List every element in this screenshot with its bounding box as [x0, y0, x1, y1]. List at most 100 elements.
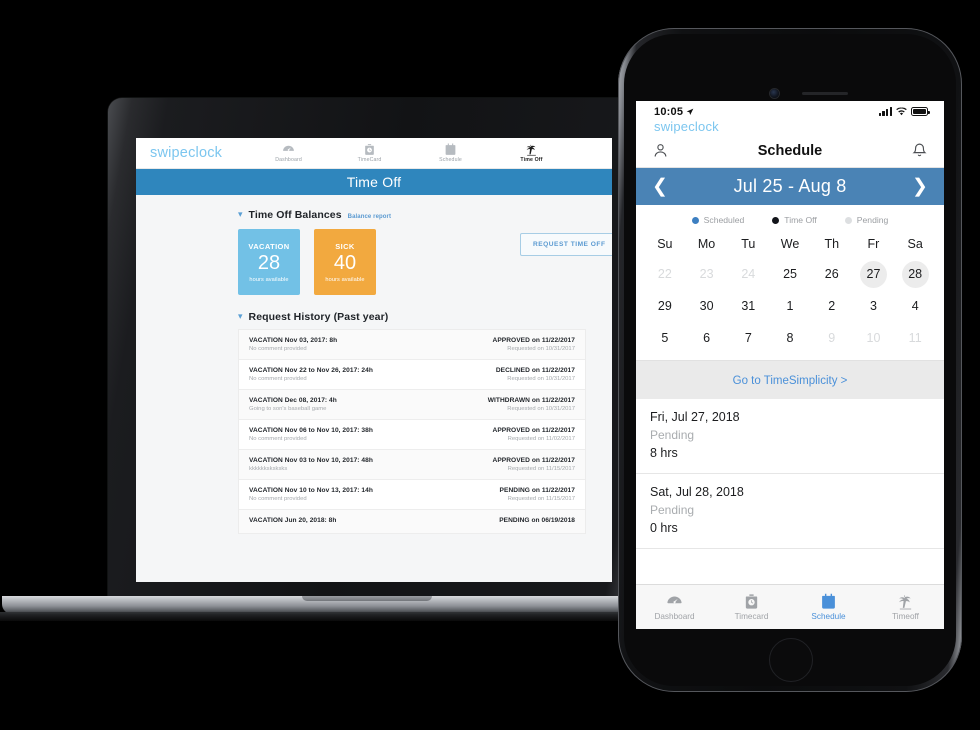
- nav-item-timecard[interactable]: TimeCard: [339, 143, 401, 163]
- chevron-left-icon[interactable]: ❮: [652, 177, 668, 196]
- list-item[interactable]: Sat, Jul 28, 2018 Pending 0 hrs: [636, 474, 944, 549]
- battery-full-icon: [911, 107, 930, 116]
- chevron-right-icon[interactable]: ❯: [912, 177, 928, 196]
- tab-dashboard[interactable]: Dashboard: [636, 585, 713, 629]
- person-icon[interactable]: [652, 141, 669, 160]
- calendar-weekday: Tu: [741, 237, 756, 251]
- cellular-bars-icon: [878, 107, 892, 116]
- calendar-week-row: 22 23 24 25 26 27 28: [644, 258, 936, 290]
- table-row[interactable]: VACATION Dec 08, 2017: 4h Going to son's …: [239, 390, 585, 420]
- calendar-week-row: 5 6 7 8 9 10 11: [644, 322, 936, 354]
- nav-item-schedule[interactable]: Schedule: [420, 143, 482, 163]
- calendar-day[interactable]: 26: [811, 258, 853, 290]
- table-row[interactable]: VACATION Nov 10 to Nov 13, 2017: 14h No c…: [239, 480, 585, 510]
- nav-item-time-off[interactable]: Time Off: [501, 143, 563, 163]
- calendar-day-selected[interactable]: 27: [853, 258, 895, 290]
- history-section-header[interactable]: ▾ Request History (Past year): [136, 295, 612, 323]
- calendar-day[interactable]: 8: [769, 322, 811, 354]
- request-title: VACATION Nov 10 to Nov 13, 2017: 14h: [249, 487, 373, 494]
- request-title: VACATION Nov 06 to Nov 10, 2017: 38h: [249, 427, 373, 434]
- front-camera-icon: [770, 89, 779, 98]
- calendar-day-label: 1: [786, 299, 794, 313]
- tab-label: Schedule: [811, 612, 846, 621]
- table-row[interactable]: VACATION Nov 03, 2017: 8h No comment prov…: [239, 330, 585, 360]
- web-content: ▾ Time Off Balances Balance report VACAT…: [136, 195, 612, 582]
- request-left: VACATION Dec 08, 2017: 4h Going to son's …: [249, 397, 337, 412]
- timecard-clock-icon: [743, 593, 760, 610]
- status-badge: APPROVED on 11/22/2017: [492, 457, 575, 464]
- balance-card-sick: SICK 40 hours available: [314, 229, 376, 295]
- request-left: VACATION Nov 03 to Nov 10, 2017: 48h kkkk…: [249, 457, 373, 472]
- request-title: VACATION Nov 03, 2017: 8h: [249, 337, 338, 344]
- calendar-day-label: 27: [859, 261, 887, 288]
- balance-unit-sick: hours available: [325, 276, 365, 283]
- calendar-day[interactable]: 1: [769, 290, 811, 322]
- balances-section-header[interactable]: ▾ Time Off Balances Balance report: [136, 195, 612, 221]
- calendar-day: 11: [894, 322, 936, 354]
- page-title: Time Off: [136, 169, 612, 195]
- calendar-legend: Scheduled Time Off Pending: [636, 205, 944, 231]
- calendar-day: 9: [811, 322, 853, 354]
- request-right: APPROVED on 11/22/2017 Requested on 10/31…: [493, 337, 575, 352]
- event-date: Fri, Jul 27, 2018: [650, 410, 740, 424]
- status-badge: PENDING on 11/22/2017: [499, 487, 575, 494]
- timeoff-palm-tree-icon: [897, 593, 914, 610]
- balance-cards-row: VACATION 28 hours available SICK 40 hour…: [136, 221, 612, 295]
- legend-dot-icon: [772, 216, 780, 224]
- timecard-clock-icon: [363, 143, 376, 156]
- home-button[interactable]: [769, 638, 813, 682]
- status-badge: DECLINED on 11/22/2017: [495, 367, 575, 374]
- calendar-day[interactable]: 25: [769, 258, 811, 290]
- table-row[interactable]: VACATION Nov 22 to Nov 26, 2017: 24h No c…: [239, 360, 585, 390]
- calendar-day[interactable]: 3: [853, 290, 895, 322]
- request-right: WITHDRAWN on 11/22/2017 Requested on 10/3…: [488, 397, 575, 412]
- list-item[interactable]: Fri, Jul 27, 2018 Pending 8 hrs: [636, 399, 944, 474]
- go-to-timesimplicity-link[interactable]: Go to TimeSimplicity >: [733, 375, 848, 387]
- legend-dot-icon: [844, 216, 852, 224]
- request-left: VACATION Nov 22 to Nov 26, 2017: 24h No c…: [249, 367, 373, 382]
- calendar-day-label: 4: [911, 299, 919, 313]
- request-time-off-button[interactable]: REQUEST TIME OFF: [520, 233, 612, 256]
- calendar-weekday: Su: [657, 237, 673, 251]
- calendar-day[interactable]: 31: [727, 290, 769, 322]
- calendar-day-label: 2: [828, 299, 836, 313]
- phone-tab-bar: Dashboard Timecard Schedule Timeoff: [636, 584, 944, 629]
- calendar-day[interactable]: 6: [686, 322, 728, 354]
- calendar-weekday: We: [780, 237, 800, 251]
- calendar-day[interactable]: 29: [644, 290, 686, 322]
- table-row[interactable]: VACATION Nov 03 to Nov 10, 2017: 48h kkkk…: [239, 450, 585, 480]
- tab-timecard[interactable]: Timecard: [713, 585, 790, 629]
- request-left: VACATION Jun 20, 2018: 8h: [249, 517, 336, 526]
- calendar-day[interactable]: 5: [644, 322, 686, 354]
- table-row[interactable]: VACATION Nov 06 to Nov 10, 2017: 38h No c…: [239, 420, 585, 450]
- nav-item-dashboard[interactable]: Dashboard: [258, 143, 320, 163]
- request-comment: No comment provided: [249, 436, 307, 442]
- balance-report-link[interactable]: Balance report: [348, 214, 391, 220]
- requested-on: Requested on 11/15/2017: [507, 466, 575, 472]
- request-comment: No comment provided: [249, 376, 307, 382]
- calendar-day: 10: [853, 322, 895, 354]
- calendar-weekday: Fr: [867, 237, 880, 251]
- status-badge: APPROVED on 11/22/2017: [492, 427, 575, 434]
- schedule-events-list: Fri, Jul 27, 2018 Pending 8 hrs Sat, Jul 28…: [636, 399, 944, 549]
- requested-on: Requested on 10/31/2017: [507, 376, 575, 382]
- request-title: VACATION Nov 22 to Nov 26, 2017: 24h: [249, 367, 373, 374]
- calendar-day[interactable]: 7: [727, 322, 769, 354]
- requested-on: Requested on 11/15/2017: [507, 496, 575, 502]
- bell-icon[interactable]: [911, 141, 928, 160]
- calendar-day-selected[interactable]: 28: [894, 258, 936, 290]
- request-title: VACATION Jun 20, 2018: 8h: [249, 517, 337, 524]
- calendar-day[interactable]: 4: [894, 290, 936, 322]
- legend-label: Time Off: [784, 215, 817, 225]
- calendar-day-label: 5: [661, 331, 669, 345]
- table-row[interactable]: VACATION Jun 20, 2018: 8h PENDING on 06/1…: [239, 510, 585, 534]
- calendar-day[interactable]: 2: [811, 290, 853, 322]
- tab-schedule[interactable]: Schedule: [790, 585, 867, 629]
- tab-timeoff[interactable]: Timeoff: [867, 585, 944, 629]
- calendar-day[interactable]: 30: [686, 290, 728, 322]
- chevron-down-icon: ▾: [238, 311, 243, 321]
- tab-label: Dashboard: [654, 612, 695, 621]
- balance-type-vacation: VACATION: [248, 241, 290, 251]
- week-navigator: ❮ Jul 25 - Aug 8 ❯: [636, 168, 944, 205]
- request-comment: No comment provided: [249, 496, 307, 502]
